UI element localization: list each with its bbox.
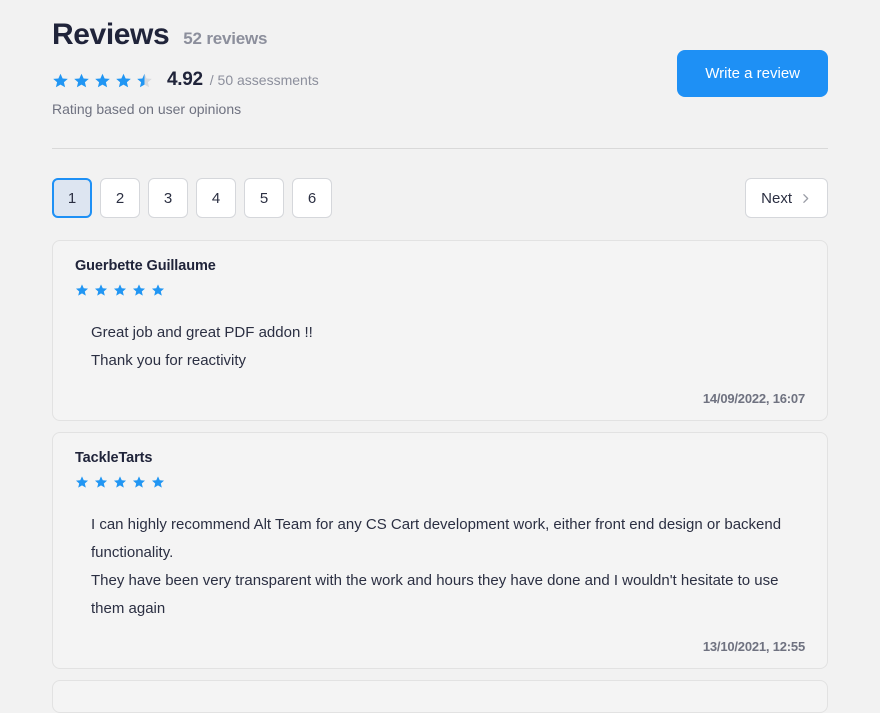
star-icon xyxy=(94,283,108,297)
overall-rating-stars xyxy=(52,72,153,89)
star-icon xyxy=(94,72,111,89)
page-title: Reviews xyxy=(52,18,170,51)
reviews-list: Guerbette Guillaume Great job and great … xyxy=(52,240,828,713)
title-line: Reviews 52 reviews xyxy=(52,18,677,51)
rating-assessments-label: / 50 assessments xyxy=(209,72,319,88)
star-icon xyxy=(75,283,89,297)
reviews-page: Reviews 52 reviews 4.92 / 50 assessments… xyxy=(0,0,880,713)
rating-score: 4.92 xyxy=(167,69,203,90)
header-divider xyxy=(52,148,828,149)
star-half-icon xyxy=(136,72,153,89)
star-icon xyxy=(52,72,69,89)
review-paragraph: They have been very transparent with the… xyxy=(91,572,779,617)
page-button-5[interactable]: 5 xyxy=(244,178,284,218)
reviewer-name: Guerbette Guillaume xyxy=(75,258,216,274)
next-page-button[interactable]: Next xyxy=(745,178,828,218)
page-button-2[interactable]: 2 xyxy=(100,178,140,218)
review-paragraph: Great job and great PDF addon !! xyxy=(91,324,313,341)
pagination: 1 2 3 4 5 6 Next xyxy=(52,178,828,218)
reviewer-name: TackleTarts xyxy=(75,450,153,466)
write-review-button[interactable]: Write a review xyxy=(677,50,828,97)
review-date: 14/09/2022, 16:07 xyxy=(702,391,805,406)
page-button-3[interactable]: 3 xyxy=(148,178,188,218)
rating-summary: 4.92 / 50 assessments xyxy=(52,69,677,91)
chevron-right-icon xyxy=(799,192,812,205)
review-card-partial xyxy=(52,680,828,713)
star-icon xyxy=(94,475,108,489)
review-paragraph: I can highly recommend Alt Team for any … xyxy=(91,516,782,561)
reviews-header-left: Reviews 52 reviews 4.92 / 50 assessments… xyxy=(52,18,677,117)
star-icon xyxy=(75,475,89,489)
review-card: Guerbette Guillaume Great job and great … xyxy=(52,240,828,421)
review-card: TackleTarts I can highly recommend Alt T… xyxy=(52,432,828,669)
review-date: 13/10/2021, 12:55 xyxy=(702,639,805,654)
star-icon xyxy=(132,475,146,489)
star-icon xyxy=(113,475,127,489)
reviews-header: Reviews 52 reviews 4.92 / 50 assessments… xyxy=(52,0,828,117)
page-button-1[interactable]: 1 xyxy=(52,178,92,218)
star-icon xyxy=(115,72,132,89)
review-rating-stars xyxy=(75,283,805,297)
reviews-count-label: 52 reviews xyxy=(183,29,268,48)
review-paragraph: Thank you for reactivity xyxy=(91,352,247,369)
star-icon xyxy=(113,283,127,297)
rating-note: Rating based on user opinions xyxy=(52,101,242,117)
star-icon xyxy=(73,72,90,89)
star-icon xyxy=(151,283,165,297)
next-page-label: Next xyxy=(761,189,792,207)
review-body: I can highly recommend Alt Team for any … xyxy=(75,511,805,623)
review-rating-stars xyxy=(75,475,805,489)
page-number-list: 1 2 3 4 5 6 xyxy=(52,178,332,218)
page-button-4[interactable]: 4 xyxy=(196,178,236,218)
review-body: Great job and great PDF addon !! Thank y… xyxy=(75,319,805,375)
star-icon xyxy=(151,475,165,489)
page-button-6[interactable]: 6 xyxy=(292,178,332,218)
star-icon xyxy=(132,283,146,297)
